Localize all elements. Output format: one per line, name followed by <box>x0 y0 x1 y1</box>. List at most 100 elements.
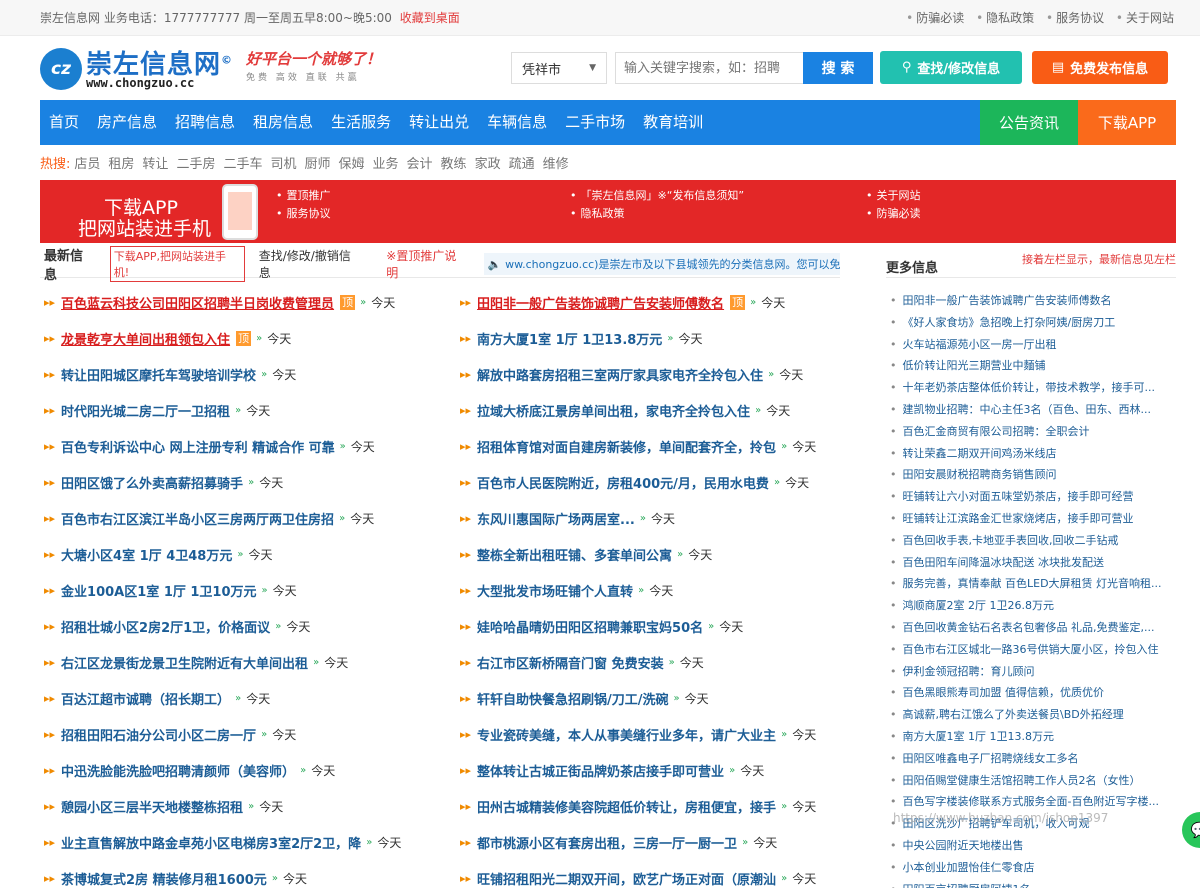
more-info-item[interactable]: 转让荣鑫二期双开间鸡汤米线店 <box>890 443 1182 465</box>
banner-link-anti-fraud[interactable]: 防骗必读 <box>866 205 921 221</box>
more-info-item[interactable]: 田阳非一般广告装饰诚聘广告安装师傅数名 <box>890 290 1182 312</box>
hot-keyword[interactable]: 会计 <box>407 153 433 172</box>
listing-row[interactable]: ▸▸ 东风川惠国际广场两居室... » 今天 <box>460 500 880 536</box>
post-free-button[interactable]: ▤ 免费发布信息 <box>1032 51 1168 84</box>
hot-keyword[interactable]: 厨师 <box>304 153 330 172</box>
privacy-link[interactable]: 隐私政策 <box>976 11 1034 25</box>
listing-row[interactable]: ▸▸ 百色市人民医院附近，房租400元/月，民用水电费 » 今天 <box>460 464 880 500</box>
download-app-link[interactable]: 下载APP,把网站装进手机! <box>109 245 245 282</box>
nav-second-hand[interactable]: 二手市场 <box>556 100 634 145</box>
more-info-item[interactable]: 伊利金领冠招聘：育儿顾问 <box>890 661 1182 683</box>
more-info-item[interactable]: 旺铺转让六小对面五味堂奶茶店，接手即可经营 <box>890 486 1182 508</box>
banner-link-post-notice[interactable]: 「崇左信息网」※“发布信息须知” <box>570 187 745 203</box>
city-select[interactable]: 凭祥市 ▼ <box>511 52 607 84</box>
more-info-item[interactable]: 百色市右江区城北一路36号供销大厦小区，拎包入住 <box>890 639 1182 661</box>
listing-row[interactable]: ▸▸ 金业100A区1室 1厅 1卫10万元 » 今天 <box>44 572 456 608</box>
search-input[interactable] <box>615 52 803 84</box>
hot-keyword[interactable]: 教练 <box>441 153 467 172</box>
more-info-item[interactable]: 田阳安晨财税招聘商务销售顾问 <box>890 464 1182 486</box>
listing-row[interactable]: ▸▸ 田阳非一般广告装饰诚聘广告安装师傅数名顶 » 今天 <box>460 284 880 320</box>
nav-life-services[interactable]: 生活服务 <box>322 100 400 145</box>
more-info-item[interactable]: 中央公园附近天地楼出售 <box>890 835 1182 857</box>
hot-keyword[interactable]: 店员 <box>74 153 100 172</box>
nav-download-app[interactable]: 下载APP <box>1078 100 1176 145</box>
banner-link-about[interactable]: 关于网站 <box>866 187 921 203</box>
listing-row[interactable]: ▸▸ 大型批发市场旺铺个人直转 » 今天 <box>460 572 880 608</box>
hot-keyword[interactable]: 司机 <box>270 153 296 172</box>
more-info-item[interactable]: 百色回收手表,卡地亚手表回收,回收二手钻戒 <box>890 530 1182 552</box>
listing-row[interactable]: ▸▸ 茶博城复式2房 精装修月租1600元 » 今天 <box>44 860 456 888</box>
listing-row[interactable]: ▸▸ 龙景乾亨大单间出租领包入住顶 » 今天 <box>44 320 456 356</box>
more-info-item[interactable]: 《好人家食坊》急招晚上打杂阿姨/厨房刀工 <box>890 312 1182 334</box>
listing-row[interactable]: ▸▸ 招租壮城小区2房2厅1卫，价格面议 » 今天 <box>44 608 456 644</box>
hot-keyword[interactable]: 业务 <box>373 153 399 172</box>
more-info-item[interactable]: 鸿顺商厦2室 2厅 1卫26.8万元 <box>890 595 1182 617</box>
more-info-item[interactable]: 百色写字楼装修联系方式服务全面-百色附近写字楼... <box>890 791 1182 813</box>
listing-row[interactable]: ▸▸ 憩园小区三层半天地楼整栋招租 » 今天 <box>44 788 456 824</box>
listing-row[interactable]: ▸▸ 百色蓝云科技公司田阳区招聘半日岗收费管理员顶 » 今天 <box>44 284 456 320</box>
anti-fraud-link[interactable]: 防骗必读 <box>906 11 964 25</box>
service-agreement-link[interactable]: 服务协议 <box>1046 11 1104 25</box>
nav-property[interactable]: 房产信息 <box>88 100 166 145</box>
more-info-item[interactable]: 百色汇金商贸有限公司招聘：全职会计 <box>890 421 1182 443</box>
listing-row[interactable]: ▸▸ 右江区龙景街龙景卫生院附近有大单间出租 » 今天 <box>44 644 456 680</box>
more-info-item[interactable]: 建凯物业招聘：中心主任3名（百色、田东、西林... <box>890 399 1182 421</box>
listing-row[interactable]: ▸▸ 百达江超市诚聘（招长期工） » 今天 <box>44 680 456 716</box>
listing-row[interactable]: ▸▸ 中迅洗脸能洗脸吧招聘清颜师（美容师） » 今天 <box>44 752 456 788</box>
add-to-desktop-link[interactable]: 收藏到桌面 <box>400 11 460 25</box>
more-info-item[interactable]: 田阳佰赐堂健康生活馆招聘工作人员2名（女性） <box>890 770 1182 792</box>
site-logo[interactable]: cz 崇左信息网© www.chongzuo.cc <box>40 44 240 94</box>
more-info-item[interactable]: 小本创业加盟怡佳仁零食店 <box>890 857 1182 879</box>
more-info-item[interactable]: 高诚薪,聘右江饿么了外卖送餐员\BD外拓经理 <box>890 704 1182 726</box>
hot-keyword[interactable]: 二手车 <box>223 153 262 172</box>
more-info-item[interactable]: 田阳百亩招聘厨房阿姨1名 <box>890 879 1182 888</box>
more-info-item[interactable]: 服务完善，真情奉献 百色LED大屏租赁 灯光音响租... <box>890 573 1182 595</box>
listing-row[interactable]: ▸▸ 娃哈哈晶晴奶田阳区招聘兼职宝妈50名 » 今天 <box>460 608 880 644</box>
banner-link-privacy[interactable]: 隐私政策 <box>570 205 625 221</box>
hot-keyword[interactable]: 二手房 <box>176 153 215 172</box>
hot-keyword[interactable]: 转让 <box>142 153 168 172</box>
listing-row[interactable]: ▸▸ 都市桃源小区有套房出租，三房一厅一厨一卫 » 今天 <box>460 824 880 860</box>
nav-transfer[interactable]: 转让出兑 <box>400 100 478 145</box>
listing-row[interactable]: ▸▸ 业主直售解放中路金卓苑小区电梯房3室2厅2卫，降 » 今天 <box>44 824 456 860</box>
more-info-item[interactable]: 百色黑眼熊寿司加盟 值得信赖，优质优价 <box>890 682 1182 704</box>
more-info-item[interactable]: 百色回收黄金钻石名表名包奢侈品 礼品,免费鉴定,... <box>890 617 1182 639</box>
find-edit-button[interactable]: ⚲ 查找/修改信息 <box>880 51 1022 84</box>
about-link[interactable]: 关于网站 <box>1116 11 1174 25</box>
nav-vehicles[interactable]: 车辆信息 <box>478 100 556 145</box>
listing-row[interactable]: ▸▸ 田州古城精装修美容院超低价转让，房租便宜，接手 » 今天 <box>460 788 880 824</box>
more-info-item[interactable]: 十年老奶茶店整体低价转让，带技术教学，接手可... <box>890 377 1182 399</box>
listing-row[interactable]: ▸▸ 时代阳光城二房二厅一卫招租 » 今天 <box>44 392 456 428</box>
hot-keyword[interactable]: 租房 <box>108 153 134 172</box>
app-banner[interactable]: 下载APP 把网站装进手机 置顶推广 服务协议 「崇左信息网」※“发布信息须知”… <box>40 180 1176 243</box>
listing-row[interactable]: ▸▸ 旺铺招租阳光二期双开间，欧艺广场正对面（原潮汕 » 今天 <box>460 860 880 888</box>
listing-row[interactable]: ▸▸ 招租体育馆对面自建房新装修，单间配套齐全，拎包 » 今天 <box>460 428 880 464</box>
more-info-item[interactable]: 火车站福源苑小区一房一厅出租 <box>890 334 1182 356</box>
listing-row[interactable]: ▸▸ 拉域大桥底江景房单间出租，家电齐全拎包入住 » 今天 <box>460 392 880 428</box>
top-promo-link[interactable]: ※置顶推广说明 <box>386 247 468 281</box>
listing-row[interactable]: ▸▸ 招租田阳石油分公司小区二房一厅 » 今天 <box>44 716 456 752</box>
more-info-item[interactable]: 低价转让阳光三期营业中麵铺 <box>890 355 1182 377</box>
listing-row[interactable]: ▸▸ 大塘小区4室 1厅 4卫48万元 » 今天 <box>44 536 456 572</box>
more-info-item[interactable]: 田阳区唯鑫电子厂招聘烧线女工多名 <box>890 748 1182 770</box>
listing-row[interactable]: ▸▸ 转让田阳城区摩托车驾驶培训学校 » 今天 <box>44 356 456 392</box>
more-info-item[interactable]: 旺铺转让江滨路金汇世家烧烤店，接手即可营业 <box>890 508 1182 530</box>
listing-row[interactable]: ▸▸ 田阳区饿了么外卖高薪招募骑手 » 今天 <box>44 464 456 500</box>
listing-row[interactable]: ▸▸ 百色市右江区滨江半岛小区三房两厅两卫住房招 » 今天 <box>44 500 456 536</box>
listing-row[interactable]: ▸▸ 整栋全新出租旺铺、多套单间公寓 » 今天 <box>460 536 880 572</box>
chat-icon[interactable]: 💬 <box>1182 812 1200 848</box>
hot-keyword[interactable]: 家政 <box>475 153 501 172</box>
listing-row[interactable]: ▸▸ 百色专利诉讼中心 网上注册专利 精诚合作 可靠 » 今天 <box>44 428 456 464</box>
nav-notice[interactable]: 公告资讯 <box>980 100 1078 145</box>
nav-education[interactable]: 教育培训 <box>634 100 712 145</box>
nav-home[interactable]: 首页 <box>40 100 88 145</box>
search-button[interactable]: 搜 索 <box>803 52 873 84</box>
listing-row[interactable]: ▸▸ 右江市区新桥隔音门窗 免费安装 » 今天 <box>460 644 880 680</box>
more-info-item[interactable]: 南方大厦1室 1厅 1卫13.8万元 <box>890 726 1182 748</box>
banner-link-top-promo[interactable]: 置顶推广 <box>276 187 331 203</box>
nav-jobs[interactable]: 招聘信息 <box>166 100 244 145</box>
hot-keyword[interactable]: 保姆 <box>339 153 365 172</box>
listing-row[interactable]: ▸▸ 整体转让古城正街品牌奶茶店接手即可营业 » 今天 <box>460 752 880 788</box>
listing-row[interactable]: ▸▸ 南方大厦1室 1厅 1卫13.8万元 » 今天 <box>460 320 880 356</box>
find-modify-link[interactable]: 查找/修改/撤销信息 <box>259 247 363 281</box>
